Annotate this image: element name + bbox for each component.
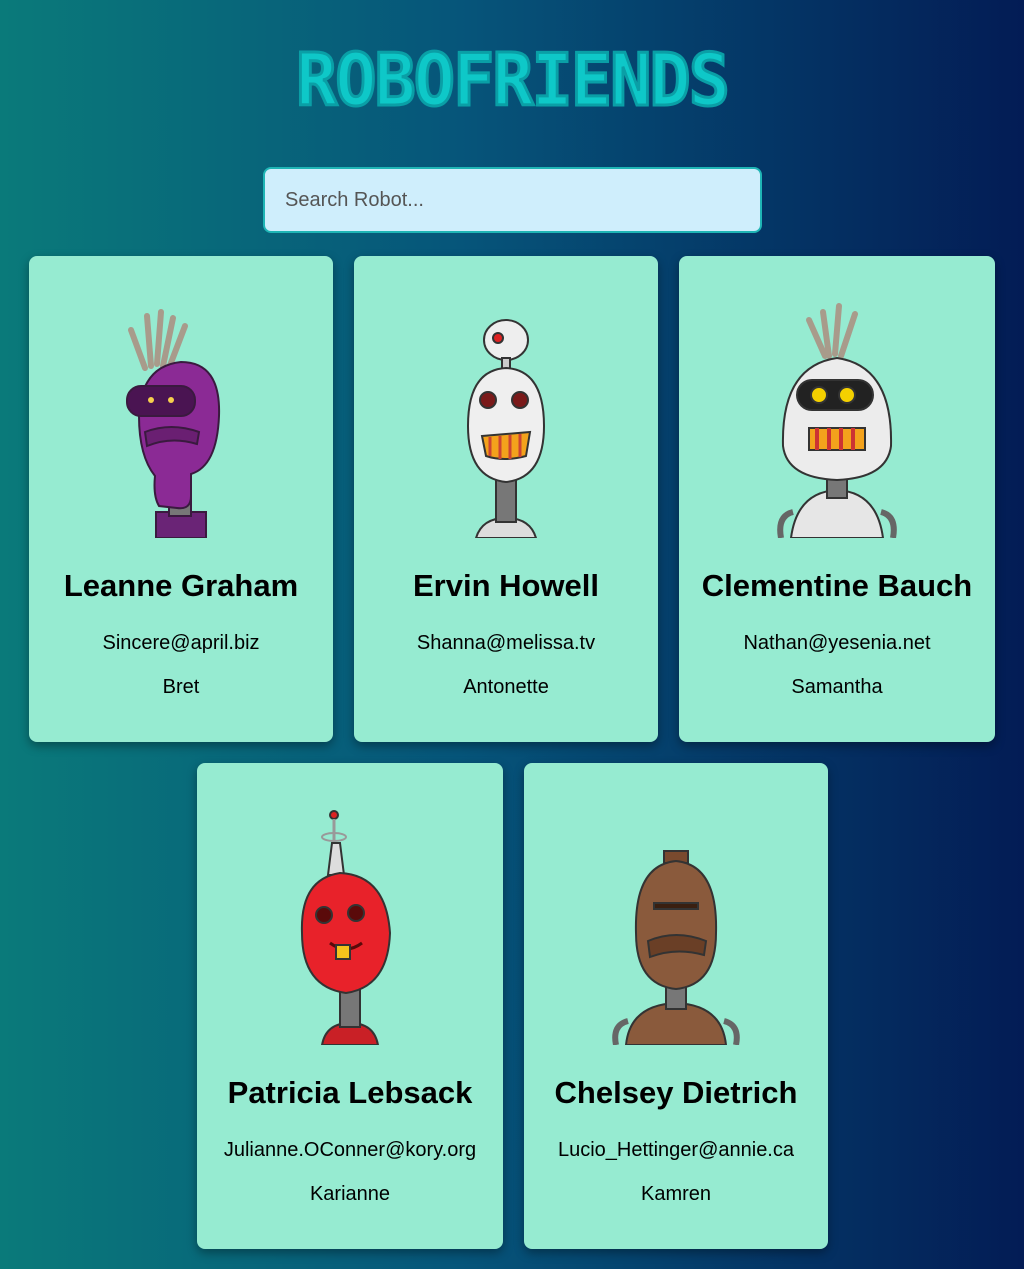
- robot-name: Leanne Graham: [63, 568, 299, 603]
- robot-card[interactable]: Leanne Graham Sincere@april.biz Bret: [29, 256, 333, 742]
- robot-name: Ervin Howell: [412, 568, 600, 603]
- search-input[interactable]: [263, 167, 762, 233]
- robot-username: Samantha: [791, 676, 883, 698]
- robot-username: Antonette: [463, 676, 549, 698]
- robot-card[interactable]: Ervin Howell Shanna@melissa.tv Antonette: [354, 256, 658, 742]
- robot-card[interactable]: Patricia Lebsack Julianne.OConner@kory.o…: [197, 763, 503, 1249]
- robot-avatar: [466, 319, 546, 538]
- robot-email: Nathan@yesenia.net: [743, 632, 931, 654]
- robot-email: Sincere@april.biz: [102, 632, 260, 654]
- robot-name: Patricia Lebsack: [227, 1075, 473, 1110]
- robot-name: Chelsey Dietrich: [554, 1075, 798, 1110]
- robot-username: Karianne: [309, 1183, 391, 1205]
- app-title: ROBOFRIENDS: [295, 37, 732, 124]
- robot-avatar: [126, 309, 221, 538]
- robot-email: Shanna@melissa.tv: [416, 632, 596, 654]
- robot-avatar: [612, 850, 740, 1045]
- robot-card[interactable]: Clementine Bauch Nathan@yesenia.net Sama…: [679, 256, 995, 742]
- robot-name: Clementine Bauch: [701, 568, 973, 603]
- robot-username: Bret: [162, 676, 200, 698]
- robot-email: Lucio_Hettinger@annie.ca: [557, 1139, 794, 1161]
- robot-card[interactable]: Chelsey Dietrich Lucio_Hettinger@annie.c…: [524, 763, 828, 1249]
- robot-avatar: [777, 303, 897, 538]
- robot-avatar: [300, 810, 392, 1045]
- robot-email: Julianne.OConner@kory.org: [223, 1139, 477, 1161]
- robot-username: Kamren: [640, 1183, 712, 1205]
